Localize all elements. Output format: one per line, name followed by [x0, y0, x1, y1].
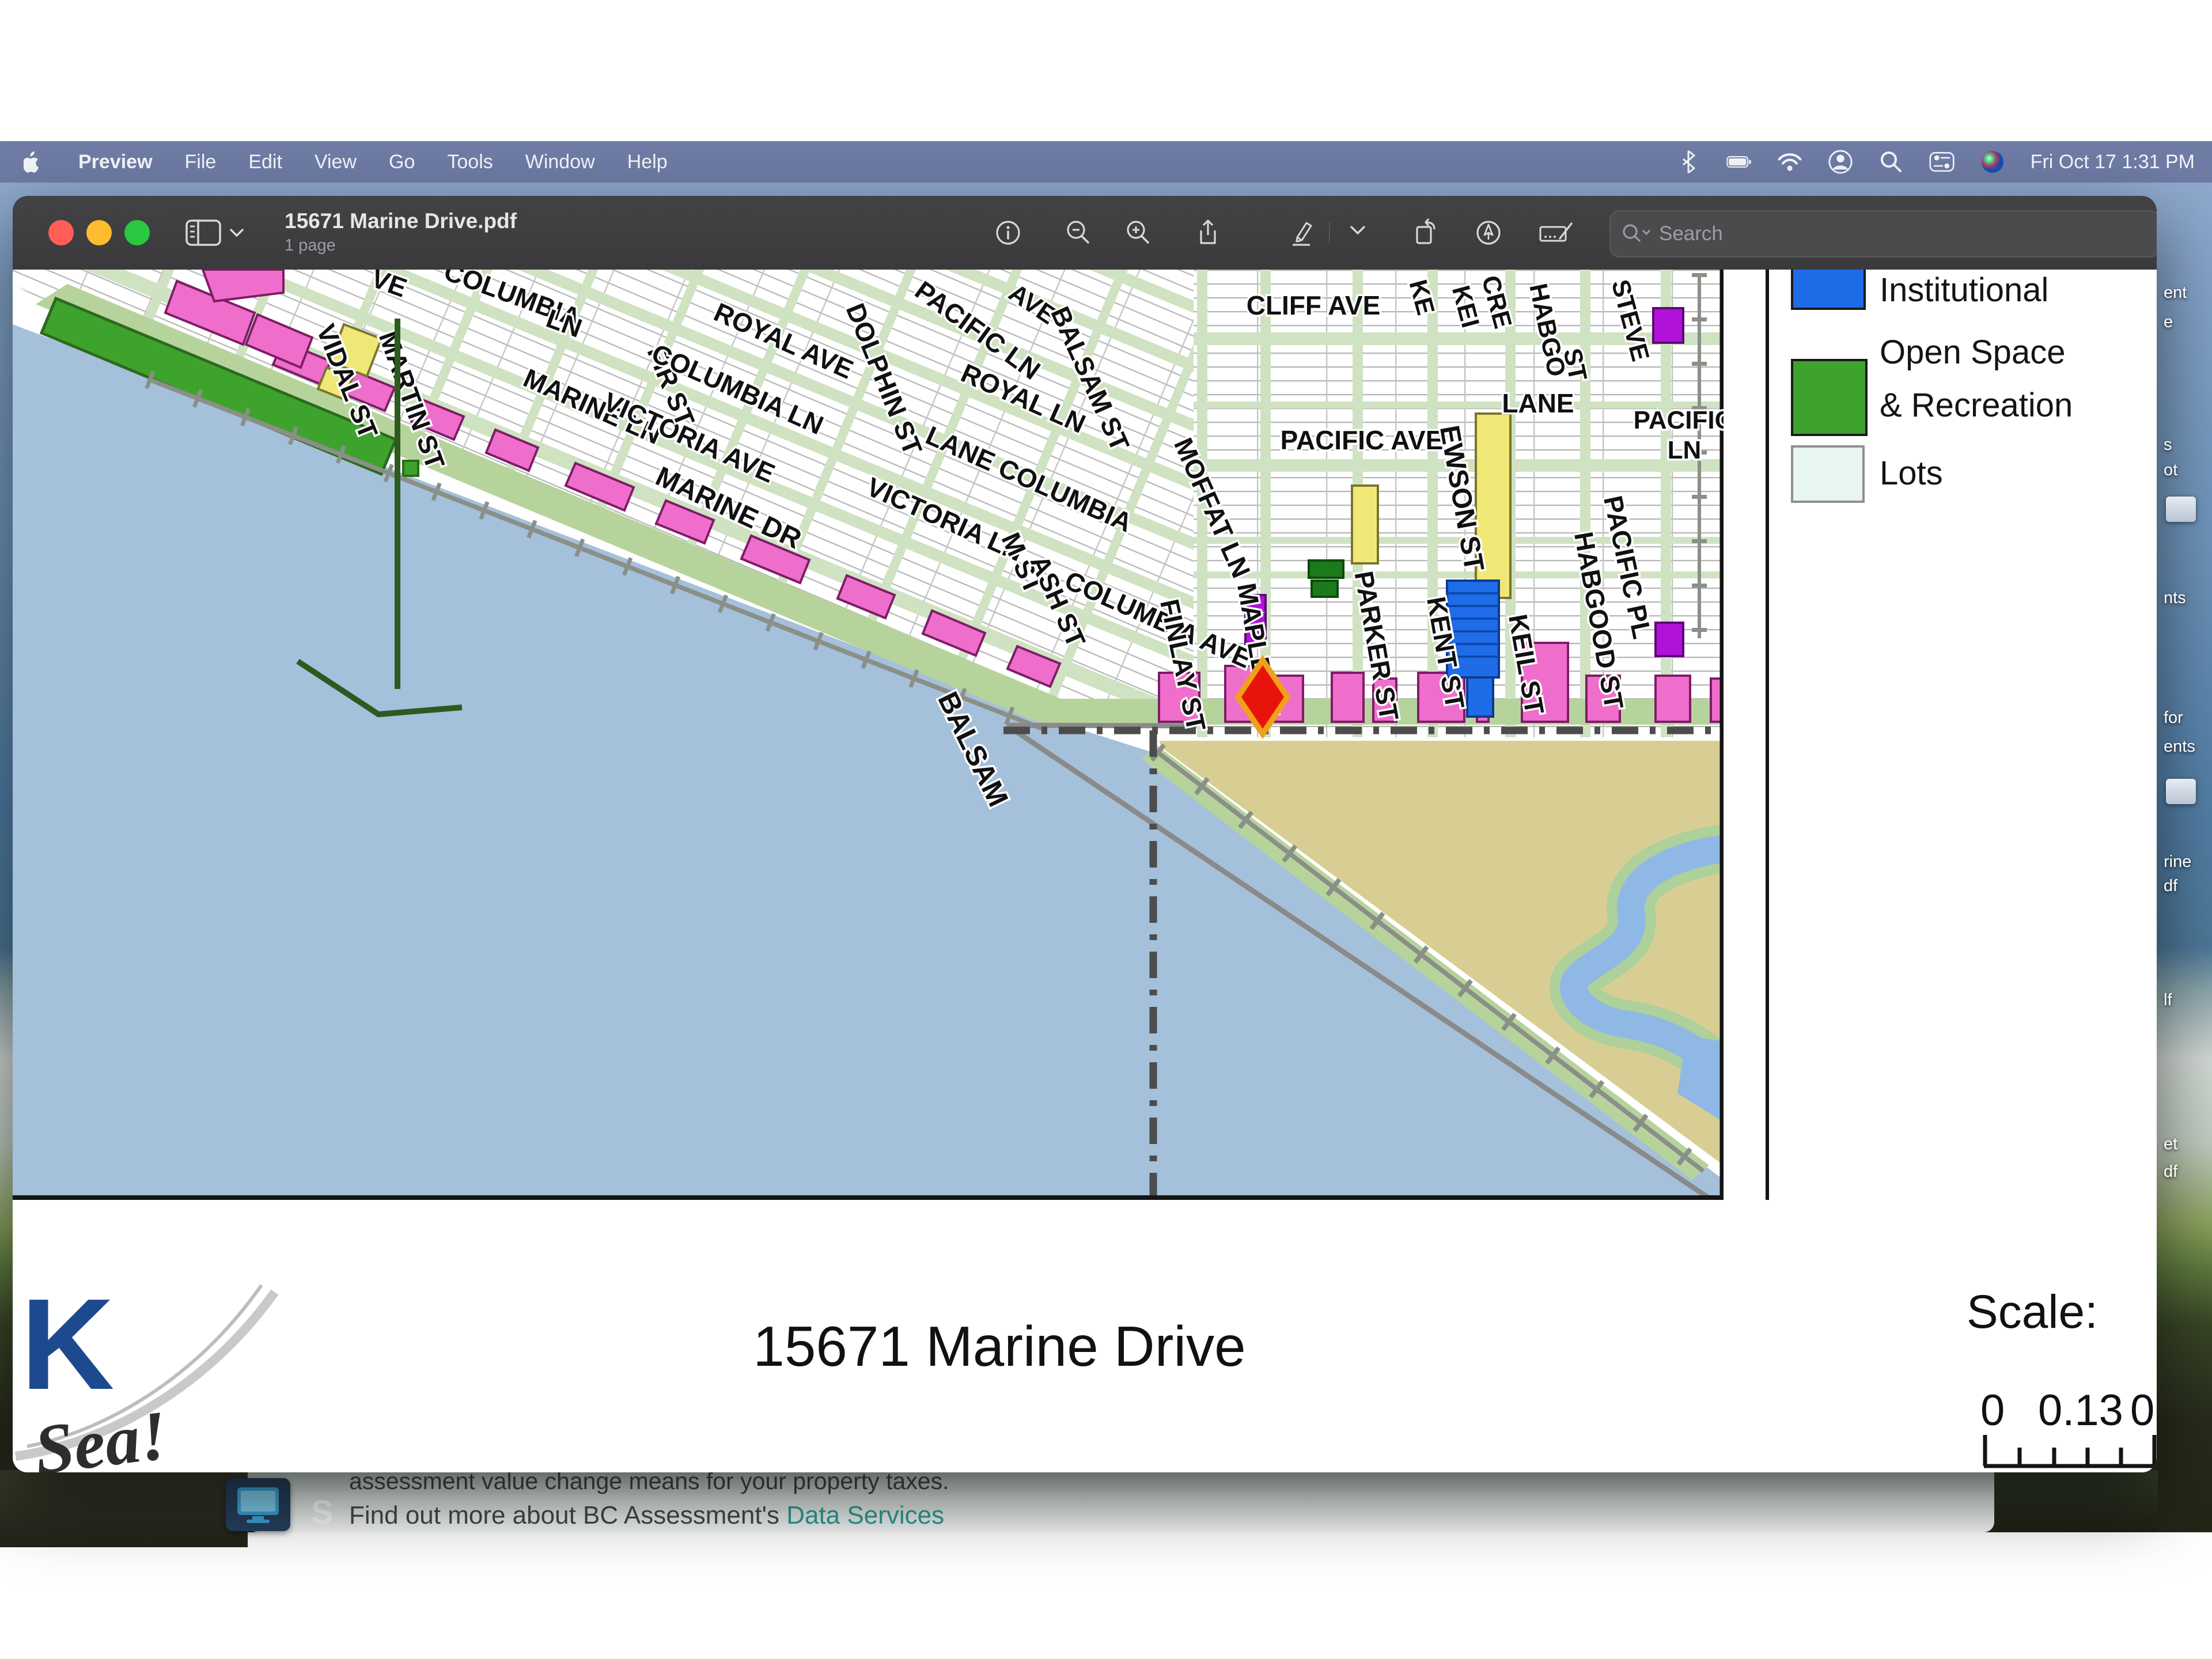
purple-lot-2	[1656, 623, 1683, 656]
share-button[interactable]	[1191, 217, 1224, 249]
user-icon[interactable]	[1828, 149, 1853, 175]
scale-label: Scale:	[1967, 1285, 2098, 1339]
yellow-lot-pacific	[1352, 486, 1378, 563]
menu-file[interactable]: File	[185, 151, 217, 173]
zoom-in-button[interactable]	[1122, 217, 1154, 249]
legend-swatch-lots	[1791, 445, 1865, 503]
legend-swatch-institutional	[1791, 270, 1866, 310]
desktop-icon-label-fragment: nts	[2164, 589, 2186, 608]
desktop-icon-label-fragment: ents	[2164, 737, 2195, 756]
street-label: PACIFIC	[1634, 406, 1724, 434]
open-space-lots-small	[1309, 560, 1343, 597]
zoom-out-button[interactable]	[1062, 217, 1094, 249]
chevron-down-icon	[229, 228, 244, 238]
street-label: CLIFF AVE	[1247, 290, 1381, 320]
battery-icon[interactable]	[1726, 149, 1752, 175]
search-input[interactable]: Search	[1609, 210, 2157, 257]
siri-icon[interactable]	[1980, 149, 2005, 175]
map-legend: Institutional Open Space & Recreation Lo…	[1766, 270, 2157, 1203]
zoning-map[interactable]: VECOLUMBIALNVIDAL STMARTIN STMARINE LNVI…	[13, 270, 1724, 1200]
apple-menu-icon[interactable]	[21, 149, 46, 175]
menu-window[interactable]: Window	[525, 151, 595, 173]
data-services-link[interactable]: Data Services	[786, 1501, 944, 1529]
menu-edit[interactable]: Edit	[248, 151, 282, 173]
document-title: 15671 Marine Drive.pdf	[285, 209, 517, 234]
street-label: LANE	[1502, 388, 1574, 418]
desktop-file-icon[interactable]	[2166, 779, 2196, 804]
desktop-icon-label-fragment: rine	[2164, 853, 2191, 872]
desktop-icon-label-fragment: ot	[2164, 461, 2177, 480]
menu-tools[interactable]: Tools	[447, 151, 493, 173]
open-space-end	[403, 461, 418, 476]
spotlight-icon[interactable]	[1878, 149, 1904, 175]
logo-letter-k: K	[21, 1286, 115, 1402]
desktop-photo-left	[0, 1470, 248, 1547]
wifi-icon[interactable]	[1777, 149, 1802, 175]
markup-chevron-icon[interactable]	[1348, 224, 1380, 256]
document-title-block: 15671 Marine Drive.pdf 1 page	[285, 209, 517, 256]
desktop-icon-label-fragment: et	[2164, 1135, 2177, 1154]
scale-number-0: 0	[1980, 1385, 2005, 1435]
map-title: 15671 Marine Drive	[753, 1314, 1245, 1379]
search-icon	[1620, 221, 1654, 247]
menu-help[interactable]: Help	[627, 151, 668, 173]
background-browser-window: assessment value change means for your p…	[248, 1468, 1994, 1532]
menu-view[interactable]: View	[315, 151, 357, 173]
fill-sign-form-icon[interactable]	[1538, 217, 1570, 249]
zoom-window-button[interactable]	[124, 220, 150, 245]
menu-app-name[interactable]: Preview	[78, 151, 153, 173]
info-button[interactable]	[992, 217, 1024, 249]
window-titlebar[interactable]: 15671 Marine Drive.pdf 1 page	[13, 196, 2157, 271]
pdf-content[interactable]: VECOLUMBIALNVIDAL STMARTIN STMARINE LNVI…	[13, 270, 2157, 1472]
desktop-icon-label-fragment: df	[2164, 877, 2177, 896]
menu-go[interactable]: Go	[389, 151, 415, 173]
desktop-icon-label-fragment: for	[2164, 709, 2183, 728]
markup-pen-circle-icon[interactable]	[1472, 217, 1505, 249]
menu-clock[interactable]: Fri Oct 17 1:31 PM	[2031, 151, 2195, 173]
screenshot-root: Preview File Edit View Go Tools Window H…	[0, 0, 2212, 1659]
scale-ruler	[1974, 1431, 2157, 1468]
browser-text-line2: Find out more about BC Assessment's Data…	[349, 1501, 944, 1530]
street-label: PACIFIC AVE	[1281, 425, 1444, 455]
desktop-icon-label-fragment: df	[2164, 1162, 2177, 1181]
yellow-lot-lane	[1476, 414, 1510, 598]
desktop-icon-label-fragment: ent	[2164, 283, 2187, 302]
minimize-button[interactable]	[86, 220, 112, 245]
pdf-page-footer: K Sea! 15671 Marine Drive Scale: 0 0.13 …	[13, 1200, 2157, 1472]
scale-number-013: 0.13	[2038, 1385, 2123, 1435]
scale-number-02: 0.2	[2130, 1385, 2157, 1435]
browser-app-icon[interactable]	[226, 1478, 290, 1531]
close-button[interactable]	[48, 220, 74, 245]
search-placeholder: Search	[1659, 222, 1723, 245]
menu-bar: Preview File Edit View Go Tools Window H…	[0, 141, 2212, 183]
desktop-icon-label-fragment: lf	[2164, 991, 2172, 1010]
street-label: LN	[1668, 436, 1702, 464]
document-page-count: 1 page	[285, 235, 517, 256]
markup-pencil-button[interactable]	[1285, 217, 1317, 249]
desktop-photo-right	[1994, 1470, 2158, 1532]
control-center-icon[interactable]	[1929, 149, 1955, 175]
desktop-icon-label-fragment: e	[2164, 313, 2173, 332]
sidebar-toggle-button[interactable]	[185, 215, 249, 250]
purple-lot-1	[1653, 308, 1683, 343]
sidebar-icon	[185, 218, 221, 247]
rotate-button[interactable]	[1409, 217, 1441, 249]
legend-swatch-open-space	[1791, 359, 1868, 436]
preview-window: 15671 Marine Drive.pdf 1 page	[13, 196, 2157, 1472]
browser-window-letter: S	[311, 1493, 334, 1532]
bluetooth-icon[interactable]	[1676, 149, 1701, 175]
toolbar-divider	[1328, 217, 1331, 249]
desktop-file-icon[interactable]	[2166, 497, 2196, 522]
desktop-icon-label-fragment: s	[2164, 435, 2172, 454]
